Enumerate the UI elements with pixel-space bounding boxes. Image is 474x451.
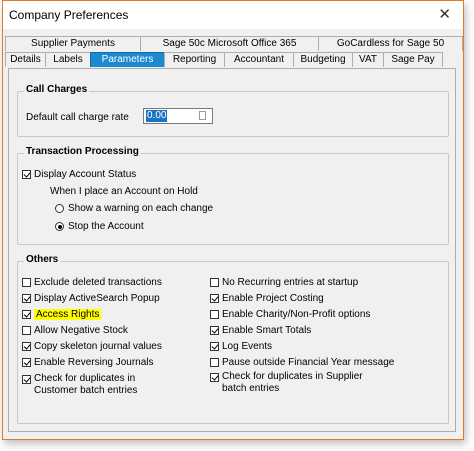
- display-account-status-checkbox[interactable]: [22, 170, 31, 179]
- supplier-duplicates-text: Check for duplicates in Supplier batch e…: [222, 371, 363, 395]
- access-rights-row[interactable]: Access Rights: [22, 309, 102, 320]
- skeleton-journal-label: Copy skeleton journal values: [34, 341, 162, 352]
- stop-account-radio[interactable]: [55, 222, 64, 231]
- access-rights-checkbox[interactable]: [22, 310, 31, 319]
- tab-budgeting[interactable]: Budgeting: [293, 52, 353, 67]
- display-account-status-label: Display Account Status: [34, 169, 137, 180]
- transaction-processing-group: Transaction Processing Display Account S…: [17, 146, 449, 245]
- smart-totals-label: Enable Smart Totals: [222, 325, 312, 336]
- exclude-deleted-label: Exclude deleted transactions: [34, 277, 162, 288]
- activesearch-popup-label: Display ActiveSearch Popup: [34, 293, 160, 304]
- show-warning-radio[interactable]: [55, 204, 64, 213]
- tab-parameters[interactable]: Parameters: [90, 52, 165, 67]
- call-charge-rate-label: Default call charge rate: [26, 112, 129, 123]
- negative-stock-label: Allow Negative Stock: [34, 325, 128, 336]
- parameters-panel: Call Charges Default call charge rate 0.…: [8, 68, 456, 432]
- title-bar: Company Preferences ✕: [3, 1, 463, 29]
- show-warning-label: Show a warning on each change: [68, 203, 214, 214]
- call-charge-rate-value: 0.00: [146, 110, 168, 122]
- supplier-duplicates-checkbox[interactable]: [210, 373, 219, 382]
- activesearch-popup-row[interactable]: Display ActiveSearch Popup: [22, 293, 160, 304]
- log-events-row[interactable]: Log Events: [210, 341, 272, 352]
- supplier-duplicates-label-line1: Check for duplicates in Supplier: [222, 371, 363, 382]
- negative-stock-row[interactable]: Allow Negative Stock: [22, 325, 128, 336]
- supplier-duplicates-row[interactable]: Check for duplicates in Supplier batch e…: [210, 371, 363, 395]
- smart-totals-row[interactable]: Enable Smart Totals: [210, 325, 311, 336]
- others-legend: Others: [24, 254, 61, 265]
- customer-duplicates-label-line1: Check for duplicates in: [34, 373, 136, 384]
- tab-sage-pay[interactable]: Sage Pay: [383, 52, 443, 67]
- customer-duplicates-checkbox[interactable]: [22, 375, 31, 384]
- skeleton-journal-checkbox[interactable]: [22, 342, 31, 351]
- exclude-deleted-checkbox[interactable]: [22, 278, 31, 287]
- close-icon[interactable]: ✕: [438, 5, 451, 23]
- pause-financial-year-label: Pause outside Financial Year message: [222, 357, 395, 368]
- tab-reporting[interactable]: Reporting: [164, 52, 225, 67]
- supplier-duplicates-label-line2: batch entries: [222, 383, 280, 394]
- call-charge-rate-input[interactable]: 0.00: [143, 108, 213, 124]
- on-hold-label: When I place an Account on Hold: [50, 186, 198, 197]
- customer-duplicates-text: Check for duplicates in Customer batch e…: [34, 373, 137, 397]
- project-costing-label: Enable Project Costing: [222, 293, 324, 304]
- call-charges-group: Call Charges Default call charge rate 0.…: [17, 84, 449, 137]
- tab-accountant[interactable]: Accountant: [224, 52, 294, 67]
- reversing-journals-checkbox[interactable]: [22, 358, 31, 367]
- display-account-status-row[interactable]: Display Account Status: [22, 169, 136, 180]
- tab-row-top: Supplier Payments Sage 50c Microsoft Off…: [5, 36, 463, 51]
- exclude-deleted-row[interactable]: Exclude deleted transactions: [22, 277, 162, 288]
- show-warning-option[interactable]: Show a warning on each change: [55, 203, 213, 214]
- access-rights-label: Access Rights: [34, 309, 102, 320]
- activesearch-popup-checkbox[interactable]: [22, 294, 31, 303]
- others-group: Others Exclude deleted transactions Disp…: [17, 254, 449, 424]
- tab-gocardless[interactable]: GoCardless for Sage 50: [318, 36, 463, 51]
- pause-financial-year-checkbox[interactable]: [210, 358, 219, 367]
- call-charges-legend: Call Charges: [24, 84, 90, 95]
- negative-stock-checkbox[interactable]: [22, 326, 31, 335]
- no-recurring-checkbox[interactable]: [210, 278, 219, 287]
- stop-account-label: Stop the Account: [68, 221, 144, 232]
- reversing-journals-label: Enable Reversing Journals: [34, 357, 154, 368]
- no-recurring-row[interactable]: No Recurring entries at startup: [210, 277, 358, 288]
- charity-options-checkbox[interactable]: [210, 310, 219, 319]
- skeleton-journal-row[interactable]: Copy skeleton journal values: [22, 341, 162, 352]
- tab-labels[interactable]: Labels: [45, 52, 91, 67]
- tab-details[interactable]: Details: [5, 52, 46, 67]
- project-costing-checkbox[interactable]: [210, 294, 219, 303]
- customer-duplicates-label-line2: Customer batch entries: [34, 385, 138, 396]
- tab-row-bottom: Details Labels Parameters Reporting Acco…: [5, 52, 443, 67]
- window-title: Company Preferences: [9, 8, 129, 22]
- tab-vat[interactable]: VAT: [352, 52, 384, 67]
- tab-sage-50c-office-365[interactable]: Sage 50c Microsoft Office 365: [140, 36, 319, 51]
- log-events-label: Log Events: [222, 341, 273, 352]
- charity-options-label: Enable Charity/Non-Profit options: [222, 309, 371, 320]
- no-recurring-label: No Recurring entries at startup: [222, 277, 359, 288]
- tab-supplier-payments[interactable]: Supplier Payments: [5, 36, 141, 51]
- project-costing-row[interactable]: Enable Project Costing: [210, 293, 324, 304]
- company-preferences-window: Company Preferences ✕ Supplier Payments …: [2, 0, 464, 440]
- transaction-processing-legend: Transaction Processing: [24, 146, 141, 157]
- charity-options-row[interactable]: Enable Charity/Non-Profit options: [210, 309, 370, 320]
- pause-financial-year-row[interactable]: Pause outside Financial Year message: [210, 357, 394, 368]
- smart-totals-checkbox[interactable]: [210, 326, 219, 335]
- calculator-icon[interactable]: [199, 111, 206, 120]
- reversing-journals-row[interactable]: Enable Reversing Journals: [22, 357, 154, 368]
- customer-duplicates-row[interactable]: Check for duplicates in Customer batch e…: [22, 373, 137, 397]
- log-events-checkbox[interactable]: [210, 342, 219, 351]
- stop-account-option[interactable]: Stop the Account: [55, 221, 144, 232]
